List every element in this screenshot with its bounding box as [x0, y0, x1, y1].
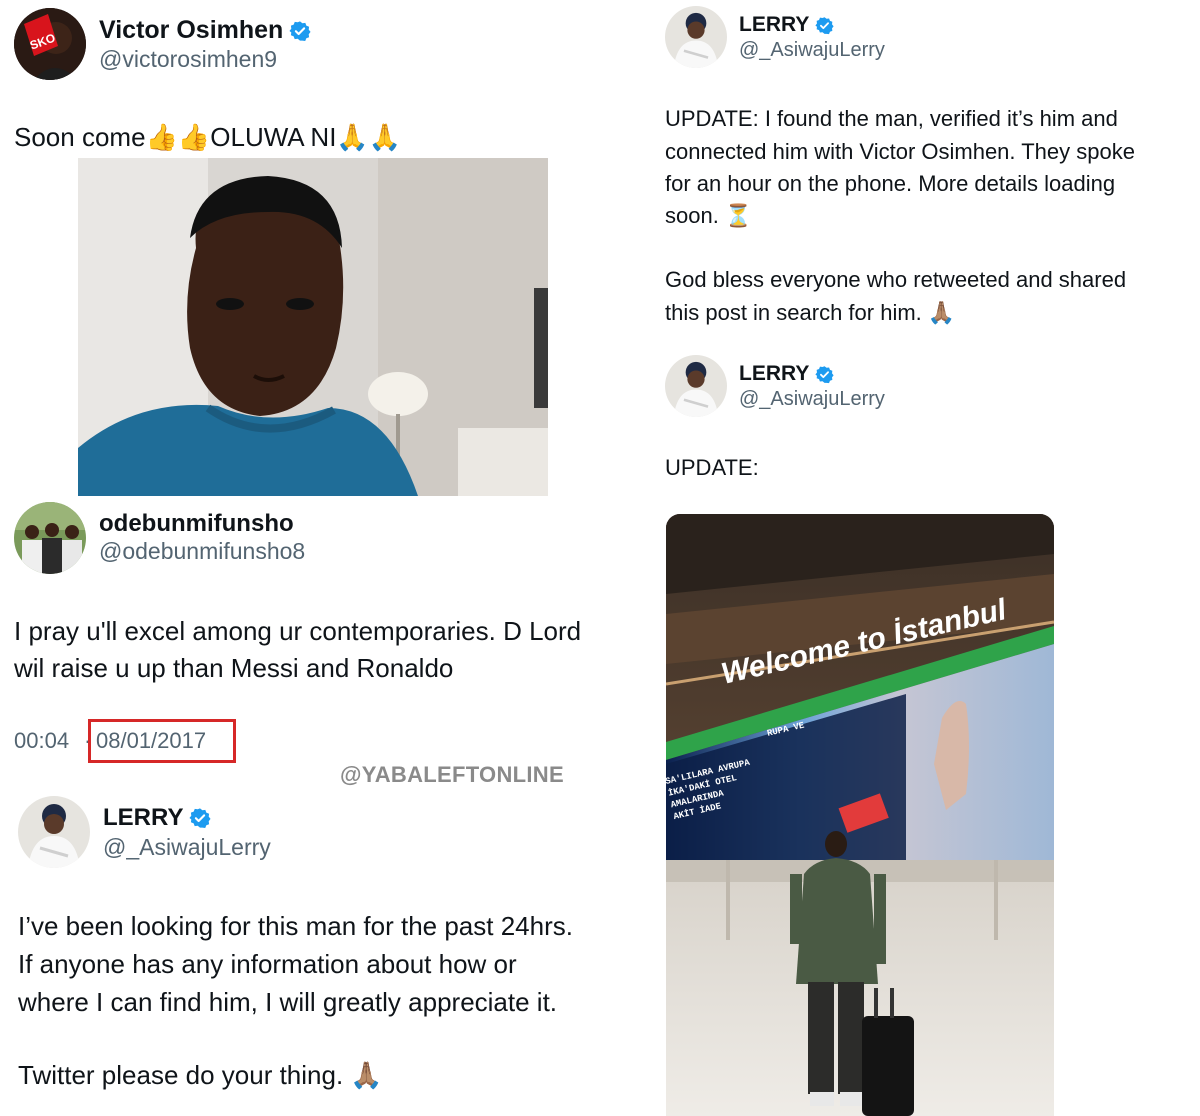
avatar[interactable] — [14, 502, 86, 574]
tweet-text-line: connected him with Victor Osimhen. They … — [665, 139, 1135, 164]
avatar-lerry-icon — [665, 6, 727, 68]
avatar-lerry-icon — [18, 796, 90, 868]
tweet-time: 00:04 — [14, 728, 70, 753]
tweet-text: Soon come👍👍OLUWA NI🙏🙏 — [14, 122, 402, 152]
author-handle[interactable]: @odebunmifunsho8 — [99, 538, 305, 565]
avatar-victor-osimhen-icon: SKO — [14, 8, 86, 80]
author-name-text: LERRY — [739, 13, 810, 36]
tweet-text-line: where I can find him, I will greatly app… — [18, 987, 558, 1017]
author-name[interactable]: Victor Osimhen — [99, 16, 311, 45]
tweet-photo[interactable] — [78, 158, 548, 496]
watermark: @YABALEFTONLINE — [340, 762, 564, 787]
verified-badge-icon — [189, 808, 211, 828]
verified-badge-icon — [289, 20, 311, 41]
author-handle[interactable]: @_AsiwajuLerry — [739, 388, 885, 411]
tweet-text-line: wil raise u up than Messi and Ronaldo — [14, 653, 454, 683]
author-name[interactable]: LERRY — [739, 13, 835, 37]
verified-badge-icon — [815, 16, 835, 34]
tweet-text-line: Twitter please do your thing. 🙏🏽 — [18, 1060, 383, 1090]
author-name[interactable]: odebunmifunsho — [99, 510, 294, 538]
author-name[interactable]: LERRY — [739, 362, 835, 386]
author-handle[interactable]: @_AsiwajuLerry — [739, 39, 885, 62]
author-name-text: Victor Osimhen — [99, 16, 284, 44]
author-name[interactable]: LERRY — [103, 804, 211, 832]
tweet-text-line: If anyone has any information about how … — [18, 949, 517, 979]
tweet-text-line: I pray u'll excel among ur contemporarie… — [14, 616, 582, 646]
avatar-group-photo-icon — [14, 502, 86, 574]
author-name-text: LERRY — [739, 362, 810, 385]
avatar[interactable]: SKO — [14, 8, 86, 80]
author-handle[interactable]: @_AsiwajuLerry — [103, 834, 271, 861]
tweet-text: UPDATE: — [665, 455, 759, 480]
avatar[interactable] — [18, 796, 90, 868]
avatar-lerry-icon — [665, 355, 727, 417]
avatar[interactable] — [665, 355, 727, 417]
tweet-photo[interactable]: Welcome to İstanbul RUPA VE SA'LILARA AV… — [666, 514, 1054, 1116]
tweet-text-line: I’ve been looking for this man for the p… — [18, 911, 573, 941]
tweet-date[interactable]: 08/01/2017 — [96, 728, 206, 754]
author-name-text: odebunmifunsho — [99, 510, 294, 537]
selfie-image — [78, 158, 548, 496]
tweet-text-line: God bless everyone who retweeted and sha… — [665, 267, 1127, 292]
author-name-text: LERRY — [103, 804, 184, 831]
author-handle[interactable]: @victorosimhen9 — [99, 46, 277, 73]
airport-image: Welcome to İstanbul RUPA VE SA'LILARA AV… — [666, 514, 1054, 1116]
tweet-text-line: UPDATE: I found the man, verified it’s h… — [665, 106, 1118, 131]
avatar[interactable] — [665, 6, 727, 68]
verified-badge-icon — [815, 365, 835, 383]
tweet-text-line: soon. ⏳ — [665, 203, 753, 228]
tweet-text-line: this post in search for him. 🙏🏽 — [665, 300, 956, 325]
tweet-text-line: for an hour on the phone. More details l… — [665, 171, 1116, 196]
